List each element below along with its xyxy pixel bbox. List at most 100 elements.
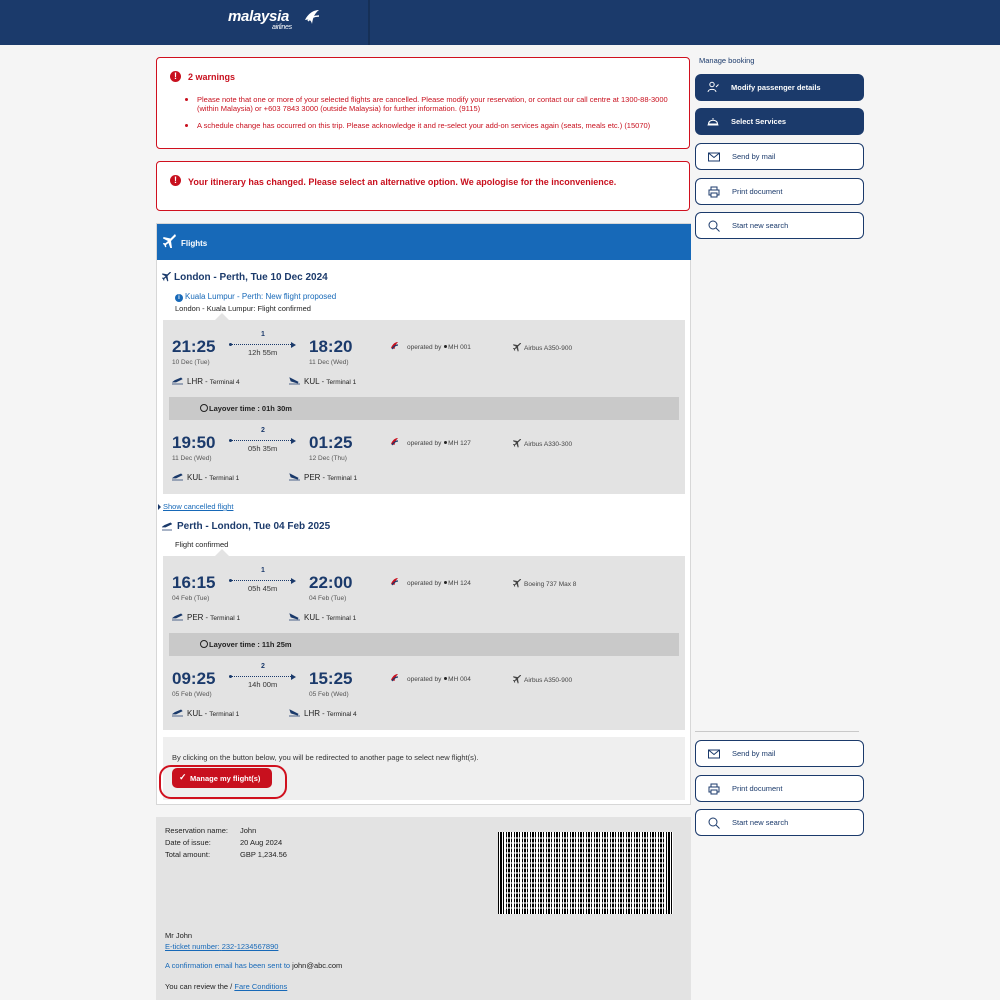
status-notch [215,549,229,556]
select-services-label: Select Services [731,117,787,126]
stop-count: 1 [261,567,265,574]
select-services-button[interactable]: Select Services [695,108,864,135]
layover-bar: Layover time : 01h 30m [169,397,679,420]
start-new-search-label: Start new search [732,818,789,827]
print-document-label: Print document [732,784,783,793]
header-divider [368,0,370,45]
departure-time: 16:15 [172,573,216,592]
departure-time: 09:25 [172,669,216,688]
aircraft-type: Boeing 737 Max 8 [513,579,576,588]
aircraft-type: Airbus A350-900 [513,343,572,352]
layover-text: Layover time : 11h 25m [209,640,292,649]
arrival-time: 15:25 [309,669,353,688]
arrival-time: 22:00 [309,573,353,592]
flight-duration: 05h 45m [248,584,278,593]
flights-header-title: Flights [181,239,208,248]
send-mail-button[interactable]: Send by mail [695,143,864,170]
manage-booking-heading: Manage booking [699,56,755,65]
departure-date: 11 Dec (Wed) [172,455,212,462]
flight-number: MH 004 [448,676,471,683]
status-notch [215,313,229,320]
landing-icon [289,377,300,385]
airline-logo-icon [391,342,399,350]
print-document-button[interactable]: Print document [695,775,864,802]
fare-conditions-link[interactable]: Fare Conditions [234,982,287,991]
eticket: E-ticket number: 232-1234567890 [165,942,278,951]
operated-by: operated by MH 124 [407,580,471,587]
sidebar-divider [695,731,859,732]
stop-count: 2 [261,427,265,434]
printer-icon [708,186,720,198]
operated-by: operated by MH 127 [407,440,471,447]
arrival-time: 01:25 [309,433,353,452]
redirect-box: By clicking on the button below, you wil… [159,737,685,800]
modify-passenger-button[interactable]: Modify passenger details [695,74,864,101]
flight-duration: 05h 35m [248,444,278,453]
route-arrow [229,341,296,348]
departure-airport: PER - Terminal 1 [172,613,240,622]
departure-date: 05 Feb (Wed) [172,691,212,698]
arrival-airport: PER - Terminal 1 [289,473,357,482]
warnings-title: 2 warnings [188,72,236,82]
flight-duration: 14h 00m [248,680,278,689]
search-icon [708,817,720,829]
departure-date: 04 Feb (Tue) [172,595,210,602]
stop-count: 2 [261,663,265,670]
error-icon: ! [170,71,181,82]
start-new-search-button[interactable]: Start new search [695,212,864,239]
flight-leg: 19:50 2 05h 35m 01:25 11 Dec (Wed) 12 De… [163,427,685,503]
total-amount-value: GBP 1,234.56 [240,850,287,859]
operated-by: operated by MH 001 [407,344,471,351]
aircraft-type: Airbus A330-300 [513,439,572,448]
print-document-label: Print document [732,187,783,196]
inbound-route-title: Perth - London, Tue 04 Feb 2025 [177,521,331,532]
arrival-airport: KUL - Terminal 1 [289,377,356,386]
takeoff-icon [172,613,183,621]
route-arrow [229,437,296,444]
outbound-segments: 21:25 1 12h 55m 18:20 10 Dec (Tue) 11 De… [163,320,685,494]
print-document-button[interactable]: Print document [695,178,864,205]
plane-icon [513,439,522,448]
send-mail-button[interactable]: Send by mail [695,740,864,767]
eticket-link[interactable]: E-ticket number: 232-1234567890 [165,942,278,951]
outbound-status: London - Kuala Lumpur: Flight confirmed [175,304,311,313]
departure-time: 19:50 [172,433,216,452]
airline-logo-icon [391,578,399,586]
plane-icon [513,579,522,588]
brand-sub: airlines [272,24,292,31]
operated-by: operated by MH 004 [407,676,471,683]
send-mail-label: Send by mail [732,749,776,758]
takeoff-icon [172,473,183,481]
layover-text: Layover time : 01h 30m [209,404,292,413]
stop-count: 1 [261,331,265,338]
flight-number: MH 124 [448,580,471,587]
info-icon: i [175,294,183,302]
flight-number: MH 001 [448,344,471,351]
outbound-info: i Kuala Lumpur - Perth: New flight propos… [175,292,336,302]
airline-logo-icon [391,674,399,682]
modify-passenger-label: Modify passenger details [731,83,821,92]
landing-icon [289,473,300,481]
brand-name: malaysia [228,8,289,25]
flight-number: MH 127 [448,440,471,447]
aircraft-type: Airbus A350-900 [513,675,572,684]
brand-logo[interactable]: malaysia airlines [228,8,292,31]
clock-icon [200,404,208,412]
email-address: john@abc.com [292,961,343,970]
reservation-name-value: John [240,826,257,835]
route-arrow [229,577,296,584]
inbound-status: Flight confirmed [175,540,229,549]
outbound-route-title: London - Perth, Tue 10 Dec 2024 [174,272,328,283]
arrival-airport: KUL - Terminal 1 [289,613,356,622]
confirmation-email: A confirmation email has been sent to jo… [165,961,343,970]
show-cancelled-link[interactable]: Show cancelled flight [157,502,233,511]
start-new-search-button[interactable]: Start new search [695,809,864,836]
flight-leg: 09:25 2 14h 00m 15:25 05 Feb (Wed) 05 Fe… [163,663,685,739]
total-amount-label: Total amount: [165,850,211,859]
route-arrow [229,673,296,680]
departure-airport: LHR - Terminal 4 [172,377,240,386]
arrival-airport: LHR - Terminal 4 [289,709,357,718]
redirect-text: By clicking on the button below, you wil… [172,753,479,762]
manage-flights-button[interactable]: Manage my flight(s) [172,768,272,788]
error-icon: ! [170,175,181,186]
